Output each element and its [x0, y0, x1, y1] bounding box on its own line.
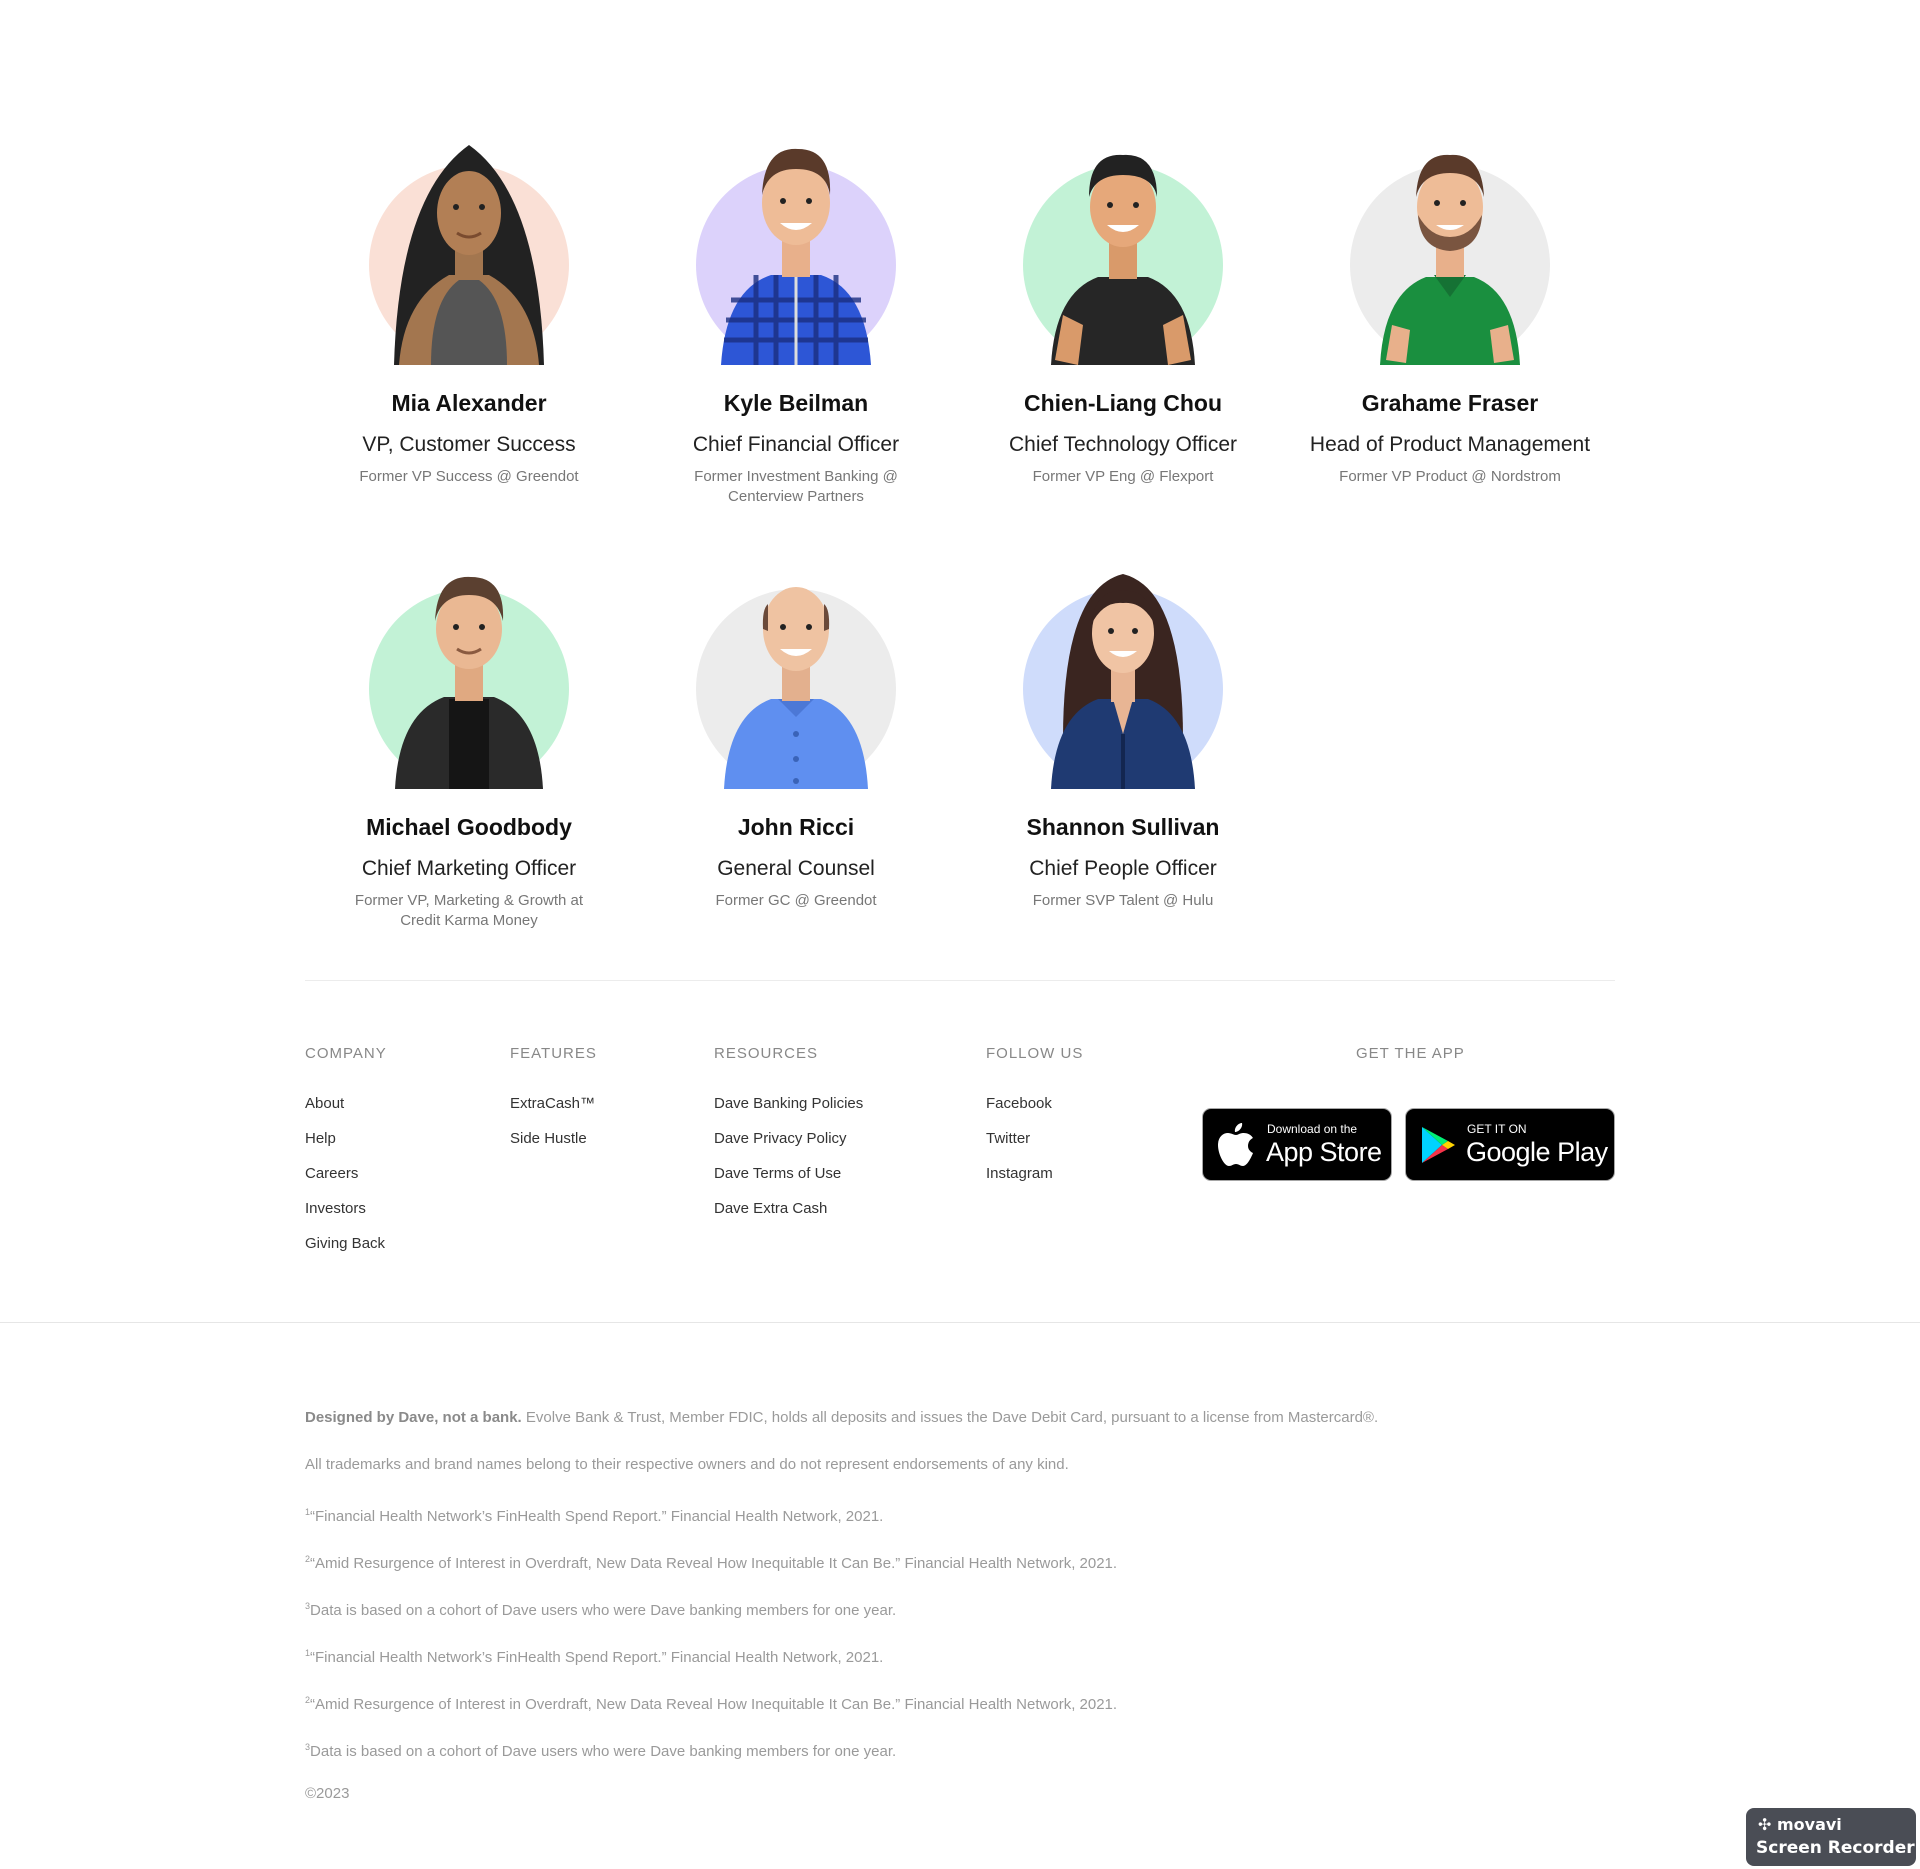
- member-role: Chief Technology Officer: [1008, 433, 1238, 456]
- member-name: Kyle Beilman: [723, 390, 869, 416]
- footnote-text: “Amid Resurgence of Interest in Overdraf…: [310, 1555, 1118, 1572]
- footer-link-investors[interactable]: Investors: [305, 1197, 385, 1232]
- footnote: 1“Financial Health Network’s FinHealth S…: [305, 1643, 1605, 1690]
- team-member-card: Grahame Fraser Head of Product Managemen…: [1300, 125, 1600, 487]
- avatar-illustration: [369, 576, 569, 789]
- footer-link-extracash[interactable]: ExtraCash™: [510, 1092, 595, 1127]
- app-store-small-label: Download on the: [1267, 1122, 1358, 1136]
- team-member-card: Michael Goodbody Chief Marketing Officer…: [319, 549, 619, 931]
- member-former-role: Former VP Product @ Nordstrom: [1339, 468, 1561, 485]
- avatar-illustration: [1023, 574, 1223, 789]
- member-role: Chief People Officer: [1029, 857, 1217, 880]
- footer-divider: [0, 1322, 1920, 1323]
- avatar-illustration: [696, 587, 896, 789]
- footnote-text: “Financial Health Network’s FinHealth Sp…: [310, 1508, 884, 1525]
- footnote-text: Data is based on a cohort of Dave users …: [310, 1602, 897, 1619]
- footer-heading-follow: FOLLOW US: [986, 1045, 1084, 1062]
- footnote-text: “Amid Resurgence of Interest in Overdraf…: [310, 1696, 1118, 1713]
- footer-link-instagram[interactable]: Instagram: [986, 1162, 1053, 1197]
- member-former-role: Former Investment Banking @ Centerview P…: [694, 468, 898, 505]
- recorder-brand: ✣ movavi: [1758, 1815, 1842, 1834]
- app-store-button[interactable]: Download on the App Store: [1202, 1108, 1392, 1181]
- footnote: 2“Amid Resurgence of Interest in Overdra…: [305, 1549, 1605, 1596]
- member-name: Grahame Fraser: [1361, 390, 1539, 416]
- footer-link-careers[interactable]: Careers: [305, 1162, 385, 1197]
- apple-icon: [1218, 1123, 1253, 1166]
- team-member-card: Shannon Sullivan Chief People Officer Fo…: [973, 549, 1273, 911]
- footer-link-about[interactable]: About: [305, 1092, 385, 1127]
- footer-link-help[interactable]: Help: [305, 1127, 385, 1162]
- team-section: Mia Alexander VP, Customer Success Forme…: [0, 0, 1920, 1000]
- google-play-icon: [1422, 1127, 1455, 1163]
- member-name: John Ricci: [737, 814, 855, 840]
- copyright: ©2023: [305, 1785, 350, 1802]
- footer-heading-resources: RESOURCES: [714, 1045, 819, 1062]
- member-name: Mia Alexander: [391, 390, 547, 416]
- legal-trademarks: All trademarks and brand names belong to…: [305, 1456, 1069, 1473]
- footnote-text: Data is based on a cohort of Dave users …: [310, 1743, 897, 1760]
- google-play-button[interactable]: GET IT ON Google Play: [1405, 1108, 1615, 1181]
- member-former-role: Former GC @ Greendot: [715, 892, 877, 909]
- team-member-card: Kyle Beilman Chief Financial Officer For…: [646, 125, 946, 507]
- avatar-illustration: [369, 145, 569, 365]
- avatar-illustration: [1350, 154, 1550, 365]
- legal-bold-text: Designed by Dave, not a bank.: [305, 1409, 522, 1426]
- section-divider: [305, 980, 1615, 981]
- footer-links-company: About Help Careers Investors Giving Back: [305, 1092, 385, 1267]
- recorder-brand-text: movavi: [1776, 1815, 1842, 1834]
- footer-heading-features: FEATURES: [510, 1045, 597, 1062]
- member-role: Chief Marketing Officer: [361, 857, 577, 880]
- recorder-product: Screen Recorder: [1756, 1838, 1915, 1858]
- member-name: Michael Goodbody: [366, 814, 572, 840]
- footer-link-side-hustle[interactable]: Side Hustle: [510, 1127, 595, 1162]
- google-play-big-label: Google Play: [1466, 1137, 1608, 1167]
- footer-heading-app: GET THE APP: [1356, 1045, 1465, 1062]
- avatar-illustration: [1023, 154, 1223, 365]
- footer-link-banking-policies[interactable]: Dave Banking Policies: [714, 1092, 863, 1127]
- footer-link-giving-back[interactable]: Giving Back: [305, 1232, 385, 1267]
- footnote: 3Data is based on a cohort of Dave users…: [305, 1596, 1605, 1643]
- member-role: Head of Product Management: [1309, 433, 1591, 456]
- member-role: VP, Customer Success: [362, 433, 576, 456]
- member-name: Chien-Liang Chou: [1023, 390, 1223, 416]
- member-role: Chief Financial Officer: [692, 433, 900, 456]
- footnote: 3Data is based on a cohort of Dave users…: [305, 1737, 1605, 1784]
- footer-link-extra-cash[interactable]: Dave Extra Cash: [714, 1197, 863, 1232]
- legal-section: Designed by Dave, not a bank. Evolve Ban…: [305, 1408, 1605, 1831]
- team-member-card: Chien-Liang Chou Chief Technology Office…: [973, 125, 1273, 487]
- member-former-role: Former SVP Talent @ Hulu: [1032, 892, 1214, 909]
- footer-links-features: ExtraCash™ Side Hustle: [510, 1092, 595, 1162]
- footer-links-follow: Facebook Twitter Instagram: [986, 1092, 1053, 1197]
- footer-links-resources: Dave Banking Policies Dave Privacy Polic…: [714, 1092, 863, 1232]
- footnote: 2“Amid Resurgence of Interest in Overdra…: [305, 1690, 1605, 1737]
- team-member-card: Mia Alexander VP, Customer Success Forme…: [319, 125, 619, 487]
- footer-heading-company: COMPANY: [305, 1045, 387, 1062]
- member-name: Shannon Sullivan: [1026, 814, 1220, 840]
- member-former-role: Former VP, Marketing & Growth at Credit …: [354, 892, 584, 929]
- app-store-big-label: App Store: [1266, 1137, 1382, 1167]
- footer-link-twitter[interactable]: Twitter: [986, 1127, 1053, 1162]
- footnote: 1“Financial Health Network’s FinHealth S…: [305, 1502, 1605, 1549]
- member-former-role: Former VP Success @ Greendot: [359, 468, 579, 485]
- avatar-illustration: [696, 148, 896, 365]
- screen-recorder-watermark: ✣ movavi Screen Recorder: [1746, 1808, 1916, 1866]
- google-play-small-label: GET IT ON: [1467, 1122, 1527, 1136]
- member-role: General Counsel: [717, 857, 875, 880]
- footnote-text: “Financial Health Network’s FinHealth Sp…: [310, 1649, 884, 1666]
- member-former-role: Former VP Eng @ Flexport: [1032, 468, 1214, 485]
- legal-disclaimer: Designed by Dave, not a bank. Evolve Ban…: [305, 1408, 1605, 1455]
- team-member-card: John Ricci General Counsel Former GC @ G…: [646, 549, 946, 911]
- legal-disclaimer-text: Evolve Bank & Trust, Member FDIC, holds …: [521, 1409, 1379, 1426]
- footer-link-terms-of-use[interactable]: Dave Terms of Use: [714, 1162, 863, 1197]
- footer-link-privacy-policy[interactable]: Dave Privacy Policy: [714, 1127, 863, 1162]
- footer-link-facebook[interactable]: Facebook: [986, 1092, 1053, 1127]
